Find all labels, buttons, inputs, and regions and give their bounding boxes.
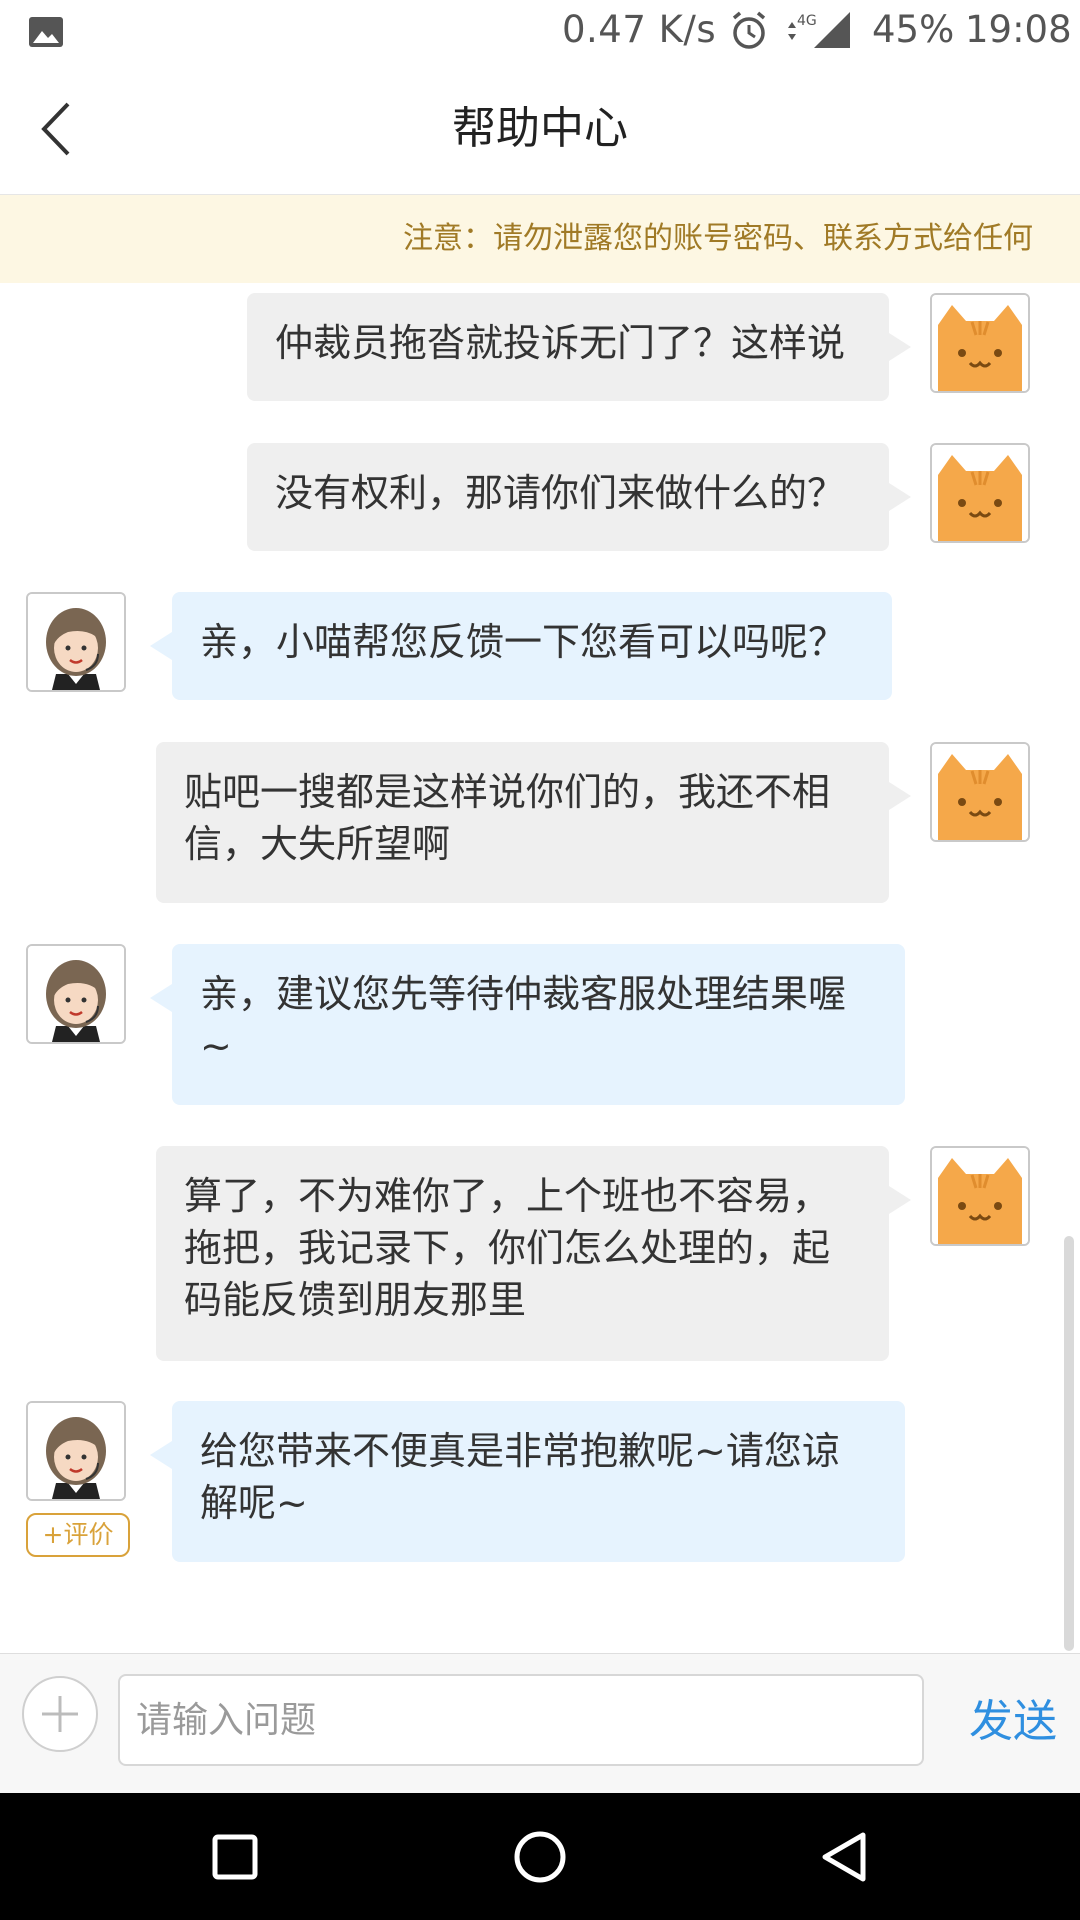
user-avatar-cat[interactable] [930, 1146, 1030, 1246]
system-navigation-bar [0, 1793, 1080, 1920]
agent-message-bubble[interactable]: 亲，小喵帮您反馈一下您看可以吗呢？ [150, 592, 892, 700]
user-message-bubble[interactable]: 贴吧一搜都是这样说你们的，我还不相信，大失所望啊 [156, 742, 911, 903]
title-bar: 帮助中心 [0, 64, 1080, 195]
message-text: 给您带来不便真是非常抱歉呢~请您谅解呢~ [200, 1429, 840, 1525]
user-message-bubble[interactable]: 算了，不为难你了，上个班也不容易，拖把，我记录下，你们怎么处理的，起码能反馈到朋… [156, 1146, 911, 1361]
network-type-label: 4G [797, 13, 817, 29]
chat-scrollbar[interactable] [1064, 1236, 1074, 1651]
alarm-icon [732, 11, 766, 49]
home-icon[interactable] [510, 1827, 570, 1887]
message-input-bar: 发送 [0, 1653, 1080, 1794]
back-nav-icon[interactable] [815, 1827, 875, 1887]
privacy-notice-banner: 注意：请勿泄露您的账号密码、联系方式给任何 [0, 195, 1080, 283]
message-text: 亲，建议您先等待仲裁客服处理结果喔~ [200, 972, 847, 1068]
signal-4g-icon: 4G [782, 10, 852, 61]
battery-level: 45% [872, 8, 955, 51]
page-title: 帮助中心 [452, 103, 628, 154]
user-message-bubble[interactable]: 没有权利，那请你们来做什么的？ [247, 443, 911, 551]
back-arrow-icon[interactable] [36, 100, 76, 158]
user-avatar-cat[interactable] [930, 443, 1030, 543]
status-bar: 0.47 K/s 4G 45% 19:08 [0, 0, 1080, 64]
rate-agent-button[interactable]: +评价 [26, 1513, 130, 1557]
chat-message-list[interactable]: 仲裁员拖沓就投诉无门了？这样说 没有权利，那请你们来做什么的？ 亲，小喵帮您反馈… [0, 283, 1080, 1653]
agent-avatar[interactable] [26, 944, 126, 1044]
user-avatar-cat[interactable] [930, 293, 1030, 393]
message-text: 贴吧一搜都是这样说你们的，我还不相信，大失所望啊 [184, 770, 831, 866]
plus-icon [42, 1696, 78, 1732]
message-text: 亲，小喵帮您反馈一下您看可以吗呢？ [200, 620, 847, 664]
question-input[interactable] [118, 1674, 924, 1766]
network-speed: 0.47 K/s [562, 8, 717, 51]
image-notification-icon [29, 17, 63, 47]
message-text: 算了，不为难你了，上个班也不容易，拖把，我记录下，你们怎么处理的，起码能反馈到朋… [184, 1174, 831, 1322]
agent-message-bubble[interactable]: 亲，建议您先等待仲裁客服处理结果喔~ [150, 944, 905, 1105]
agent-avatar[interactable] [26, 592, 126, 692]
clock: 19:08 [965, 8, 1072, 51]
user-message-bubble[interactable]: 仲裁员拖沓就投诉无门了？这样说 [247, 293, 911, 401]
message-text: 没有权利，那请你们来做什么的？ [275, 471, 846, 515]
notice-text: 注意：请勿泄露您的账号密码、联系方式给任何 [403, 221, 1033, 256]
message-text: 仲裁员拖沓就投诉无门了？这样说 [275, 321, 846, 365]
user-avatar-cat[interactable] [930, 742, 1030, 842]
agent-message-bubble[interactable]: 给您带来不便真是非常抱歉呢~请您谅解呢~ [150, 1401, 905, 1562]
send-button[interactable]: 发送 [958, 1682, 1068, 1762]
agent-avatar[interactable] [26, 1401, 126, 1501]
add-attachment-button[interactable] [22, 1676, 98, 1752]
recent-apps-icon[interactable] [205, 1827, 265, 1887]
